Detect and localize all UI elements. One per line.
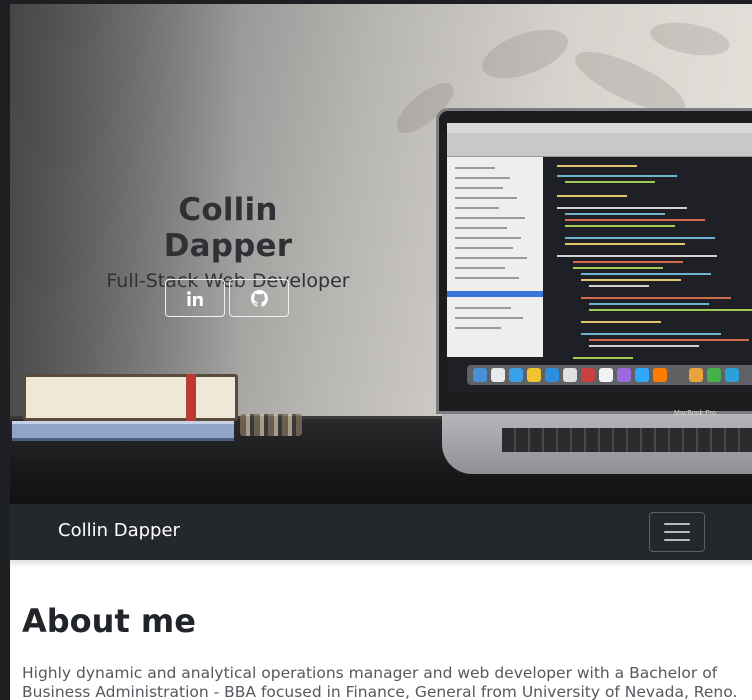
- sidebar-line: [455, 257, 527, 259]
- code-line: [565, 213, 665, 215]
- hero-text: Collin Dapper Full-Stack Web Developer: [106, 192, 349, 292]
- screen-menubar: [447, 123, 752, 133]
- github-icon: [250, 289, 268, 307]
- code-line: [589, 345, 699, 347]
- sidebar-line: [455, 227, 507, 229]
- code-line: [557, 207, 687, 209]
- sidebar-line: [455, 327, 501, 329]
- hero-subtitle: Full-Stack Web Developer: [106, 270, 350, 292]
- screen-dock: [467, 365, 752, 385]
- book-bookmark: [186, 374, 196, 421]
- screen-code: [547, 161, 752, 359]
- sidebar-line: [455, 317, 523, 319]
- dock-app-icon: [707, 368, 721, 382]
- dock-app-icon: [545, 368, 559, 382]
- hamburger-icon-bar: [664, 531, 690, 533]
- code-line: [589, 303, 709, 305]
- navbar-shadow: [10, 560, 752, 568]
- hamburger-icon-bar: [664, 539, 690, 541]
- pens: [240, 414, 302, 436]
- dock-app-icon: [725, 368, 739, 382]
- navbar-toggler-button[interactable]: [649, 512, 705, 552]
- code-line: [557, 175, 677, 177]
- navbar-brand[interactable]: Collin Dapper: [58, 520, 180, 541]
- laptop: [436, 108, 752, 414]
- code-line: [565, 243, 685, 245]
- dock-app-icon: [635, 368, 649, 382]
- hero-section: MacBook Pro Collin Dapper Full-Stack Web…: [10, 4, 752, 504]
- code-line: [573, 261, 683, 263]
- code-line: [589, 309, 752, 311]
- code-line: [581, 297, 731, 299]
- dock-app-icon: [491, 368, 505, 382]
- hamburger-icon-bar: [664, 523, 690, 525]
- code-line: [565, 181, 655, 183]
- laptop-screen: [447, 123, 752, 393]
- code-line: [581, 273, 711, 275]
- laptop-keyboard: [502, 428, 752, 452]
- code-line: [557, 255, 717, 257]
- linkedin-icon: [187, 290, 203, 306]
- sidebar-line: [455, 247, 513, 249]
- sidebar-line: [455, 217, 525, 219]
- page: MacBook Pro Collin Dapper Full-Stack Web…: [10, 4, 752, 700]
- sidebar-line: [455, 207, 499, 209]
- navbar: Collin Dapper: [10, 504, 752, 560]
- screen-toolbar: [447, 133, 752, 157]
- dock-app-icon: [617, 368, 631, 382]
- sidebar-line: [455, 187, 503, 189]
- dock-app-icon: [509, 368, 523, 382]
- code-line: [573, 267, 663, 269]
- dock-app-icon: [653, 368, 667, 382]
- code-line: [581, 321, 661, 323]
- code-line: [565, 225, 675, 227]
- code-line: [557, 165, 637, 167]
- sidebar-line: [455, 307, 511, 309]
- sidebar-line: [455, 277, 519, 279]
- code-line: [565, 219, 705, 221]
- book-top: [23, 374, 238, 421]
- sidebar-line: [455, 237, 521, 239]
- sidebar-selection: [447, 291, 543, 297]
- screen-sidebar: [447, 157, 543, 357]
- dock-app-icon: [689, 368, 703, 382]
- code-line: [557, 195, 627, 197]
- sidebar-line: [455, 177, 510, 179]
- sidebar-line: [455, 167, 495, 169]
- hero-name: Collin Dapper: [163, 192, 293, 264]
- code-line: [581, 279, 681, 281]
- github-button[interactable]: [229, 279, 289, 317]
- dock-app-icon: [473, 368, 487, 382]
- about-title: About me: [22, 602, 196, 640]
- code-line: [589, 285, 649, 287]
- linkedin-button[interactable]: [165, 279, 225, 317]
- sidebar-line: [455, 197, 517, 199]
- sidebar-line: [455, 267, 505, 269]
- dock-app-icon: [563, 368, 577, 382]
- leaf-shadow: [648, 17, 732, 61]
- dock-app-icon: [527, 368, 541, 382]
- leaf-shadow: [475, 19, 575, 89]
- laptop-label: MacBook Pro: [674, 410, 717, 417]
- code-line: [581, 333, 721, 335]
- about-text: Highly dynamic and analytical operations…: [22, 664, 738, 700]
- code-line: [565, 237, 715, 239]
- book-bottom: [12, 421, 234, 441]
- dock-app-icon: [671, 368, 685, 382]
- dock-app-icon: [599, 368, 613, 382]
- code-line: [573, 357, 633, 359]
- laptop-base: [442, 414, 752, 474]
- dock-app-icon: [581, 368, 595, 382]
- code-line: [589, 339, 749, 341]
